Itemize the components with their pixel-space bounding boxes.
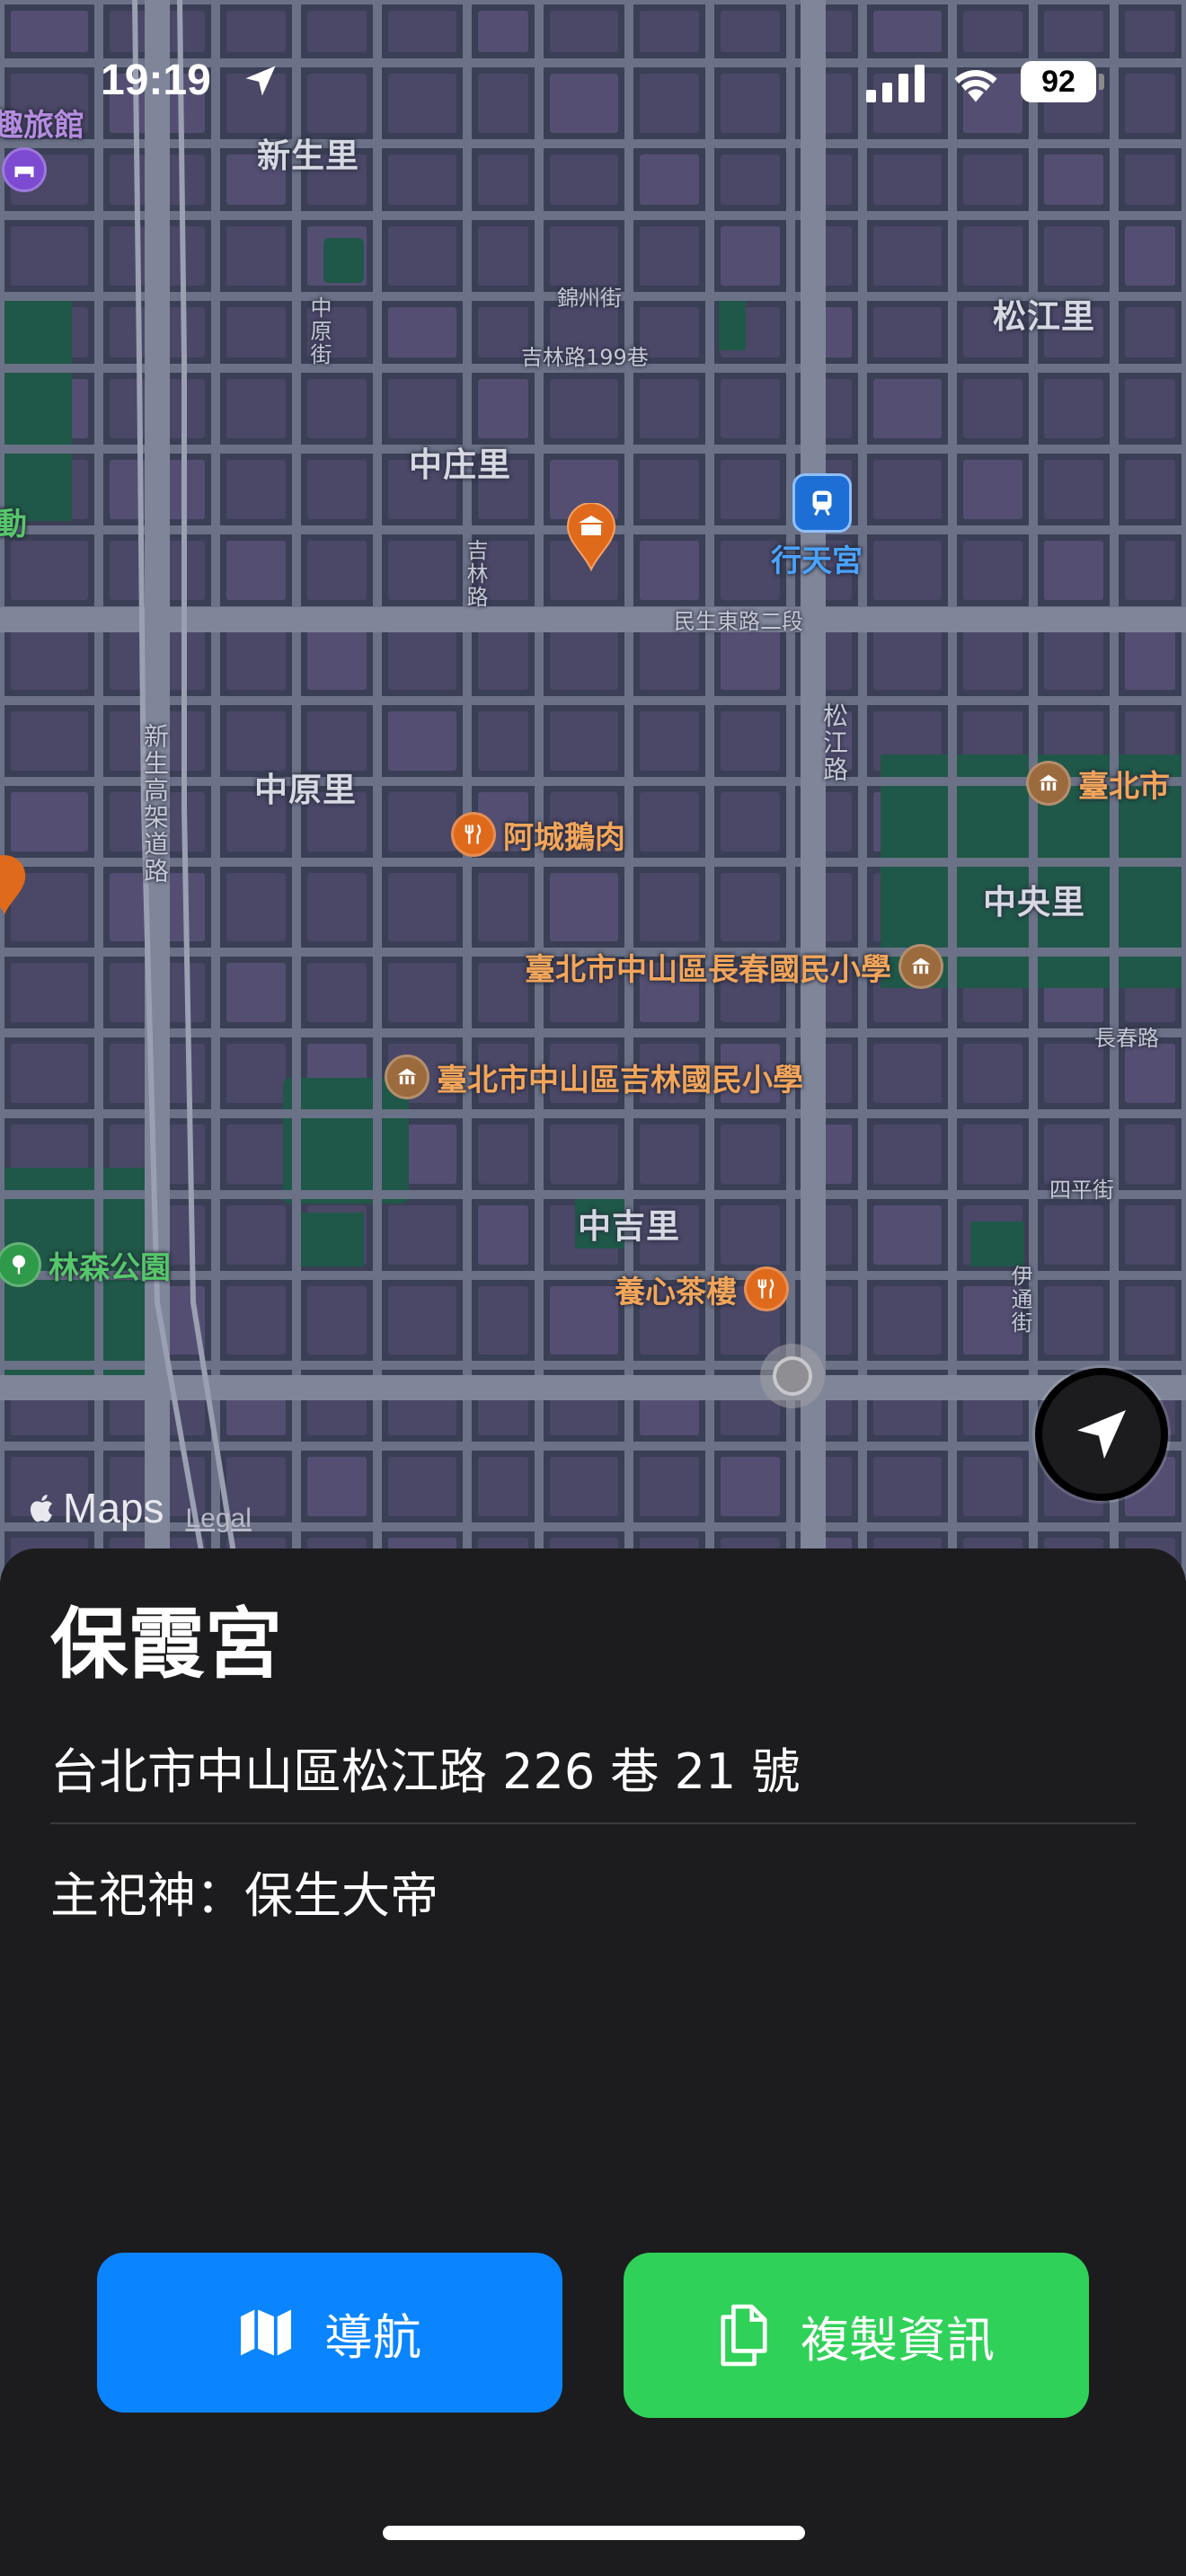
poi-school-jilin-label: 臺北市中山區吉林國民小學 — [437, 1062, 803, 1098]
bed-icon — [2, 147, 47, 192]
fork-knife-icon — [451, 812, 496, 857]
map-icon — [241, 2309, 291, 2356]
poi-edge-left-label: 動 — [0, 507, 27, 543]
poi-station-xingtiangong[interactable] — [792, 473, 852, 533]
temple-pin-icon[interactable] — [0, 851, 27, 920]
fork-knife-icon — [744, 1266, 789, 1311]
poi-restaurant-yangxin[interactable]: 養心茶樓 — [615, 1266, 789, 1311]
poi-edge-school-label: 臺北市 — [1078, 768, 1170, 805]
battery-tip — [1099, 74, 1104, 90]
apple-logo-icon — [30, 1495, 53, 1522]
copy-documents-icon — [721, 2304, 767, 2367]
location-arrow-icon — [245, 66, 276, 96]
home-indicator — [383, 2526, 805, 2540]
poi-school-changchun[interactable]: 臺北市中山區長春國民小學 — [525, 944, 943, 989]
copy-info-button-label: 複製資訊 — [801, 2313, 995, 2368]
cellular-signal-icon — [866, 65, 925, 102]
metro-icon — [792, 473, 852, 533]
maps-brand: Maps — [27, 1484, 164, 1532]
battery-indicator: 92 — [1021, 61, 1096, 102]
maps-attribution: Maps Legal — [27, 1484, 252, 1534]
district-label-zhongji: 中吉里 — [578, 1207, 680, 1246]
temple-pin-icon — [566, 503, 616, 571]
street-label-minsheng: 民生東路二段 — [674, 609, 803, 634]
street-label-changchun: 長春路 — [1094, 1026, 1159, 1051]
school-icon — [385, 1054, 429, 1099]
poi-park-linsen-label: 林森公園 — [49, 1249, 171, 1286]
legal-link[interactable]: Legal — [185, 1504, 251, 1534]
status-time: 19:19 — [101, 57, 211, 104]
street-label-xinsheng-viaduct: 新生高架道路 — [140, 723, 170, 885]
street-label-jilin-199: 吉林路199巷 — [521, 345, 649, 370]
main-deity-text: 主祀神：保生大帝 — [50, 1867, 438, 1924]
place-detail-sheet: 保霞宮 台北市中山區松江路 226 巷 21 號 主祀神：保生大帝 導航 複製資… — [0, 1548, 1186, 2576]
divider — [50, 1822, 1136, 1824]
street-label-yitong: 伊通街 — [1007, 1265, 1032, 1335]
status-bar: 19:19 92 — [0, 0, 1186, 153]
district-label-songjiang: 松江里 — [993, 297, 1095, 336]
street-label-zhongyuan: 中原街 — [306, 296, 332, 366]
maps-brand-text: Maps — [63, 1485, 164, 1531]
tree-icon — [0, 1242, 41, 1287]
map-base — [0, 0, 1186, 1581]
poi-temple-selected[interactable] — [566, 503, 616, 571]
district-label-zhongyang: 中央里 — [983, 883, 1085, 922]
poi-station-label: 行天宮 — [771, 543, 863, 579]
map-view[interactable]: 新生里 松江里 中庄里 中原里 中央里 中吉里 錦州街 吉林路199巷 中原街 … — [0, 0, 1186, 1581]
poi-edge-school[interactable]: 臺北市 — [1026, 761, 1170, 806]
poi-restaurant-acheng[interactable]: 阿城鵝肉 — [451, 812, 625, 857]
place-title: 保霞宮 — [50, 1600, 282, 1689]
location-arrow-icon — [1077, 1410, 1126, 1459]
navigate-button[interactable]: 導航 — [97, 2253, 562, 2413]
school-icon — [898, 944, 943, 989]
district-label-zhongzhuang: 中庄里 — [409, 446, 511, 484]
district-label-zhongyuan: 中原里 — [254, 771, 357, 809]
current-location-dot — [760, 1344, 825, 1408]
poi-school-jilin[interactable]: 臺北市中山區吉林國民小學 — [385, 1054, 803, 1099]
navigate-button-label: 導航 — [324, 2310, 421, 2365]
copy-info-button[interactable]: 複製資訊 — [624, 2253, 1089, 2418]
poi-park-linsen[interactable]: 林森公園 — [0, 1242, 171, 1287]
locate-me-button[interactable] — [1035, 1368, 1168, 1501]
street-label-songjiang: 松江路 — [819, 702, 849, 783]
poi-school-changchun-label: 臺北市中山區長春國民小學 — [525, 951, 891, 988]
app-root: 新生里 松江里 中庄里 中原里 中央里 中吉里 錦州街 吉林路199巷 中原街 … — [0, 0, 1186, 2576]
school-icon — [1026, 761, 1071, 806]
poi-restaurant-yangxin-label: 養心茶樓 — [615, 1274, 737, 1310]
street-label-jinzhou: 錦州街 — [557, 286, 622, 311]
wifi-icon — [954, 69, 997, 102]
place-address: 台北市中山區松江路 226 巷 21 號 — [50, 1743, 801, 1800]
street-label-jilin: 吉林路 — [463, 539, 488, 609]
street-label-siping: 四平街 — [1049, 1178, 1114, 1203]
poi-restaurant-acheng-label: 阿城鵝肉 — [503, 819, 625, 856]
